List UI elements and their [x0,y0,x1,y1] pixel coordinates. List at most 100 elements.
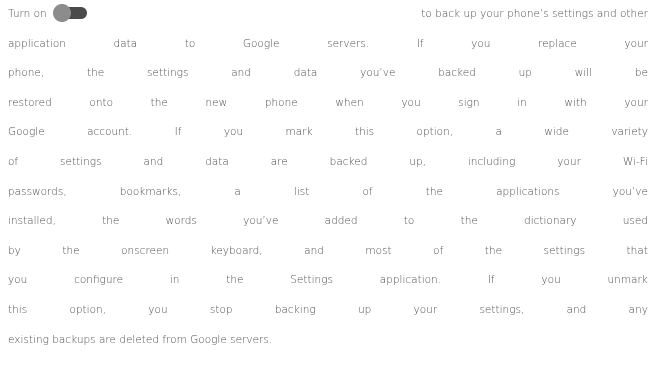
word: you [471,37,491,50]
word: settings [60,155,102,168]
word: Settings [290,274,333,287]
word: of [433,244,444,257]
word: up [357,303,372,316]
word: of [8,155,19,168]
word: the [484,244,503,257]
word: the [86,67,105,80]
paragraph-line-10: you configure in the Settings application. If y… [8,266,648,296]
word: your [557,155,581,168]
word: up, [409,155,426,168]
word: will [574,67,593,80]
word: keyboard, [210,244,263,257]
word: backed [329,155,368,168]
word: data [205,155,229,168]
word: your [624,37,648,50]
word: by [8,244,21,257]
word: and [231,67,251,80]
word: phone, [8,67,45,80]
word: data [293,67,318,80]
word: a [234,185,241,198]
word: including [467,155,516,168]
word: to [403,215,415,228]
word: you [541,274,561,287]
word: you [223,126,244,139]
word: installed, [8,215,56,228]
word: in [169,274,180,287]
word: phone [264,96,298,109]
word: restored [8,96,52,109]
word: backed [438,67,476,80]
word: you [401,96,421,109]
word: If [174,126,182,139]
word: application [8,37,66,50]
word: sign [458,96,480,109]
word: If [487,274,495,287]
word: option, [416,126,454,139]
word: onto [89,96,114,109]
word: the [425,185,443,198]
word: and [304,244,324,257]
toggle-switch-icon [52,4,89,23]
paragraph-line-7: passwords, bookmarks, a list of the applicatio… [8,178,648,208]
word: this [354,126,375,139]
word: the [62,244,80,257]
paragraph-line-8: installed, the words you’ve added to the dictio… [8,207,648,237]
word: settings [146,67,189,80]
word: you [8,274,28,287]
word: added [324,215,358,228]
word: bookmarks, [119,185,182,198]
line-1-rest: to back up your phone’s settings and oth… [421,8,648,20]
paragraph-line-3: phone, the settings and data you’ve backed up wi… [8,59,648,89]
backup-paragraph: Turn on to back up your phone’s settings… [8,0,648,355]
word: to [184,37,196,50]
document-page: Turn on to back up your phone’s settings… [8,0,648,385]
word: passwords, [8,185,67,198]
paragraph-line-4: restored onto the new phone when you sign in with… [8,89,648,119]
word: unmark [607,274,648,287]
word: your [624,96,648,109]
word: If [416,37,424,50]
word: any [628,303,648,316]
word: settings, [479,303,525,316]
word: variety [611,126,648,139]
word: the [150,96,168,109]
word: you [148,303,168,316]
line-1-lead: Turn on [8,0,89,30]
word: stop [209,303,233,316]
word: you’ve [612,185,648,198]
word: settings [543,244,586,257]
word: your [413,303,438,316]
word: Google [242,37,280,50]
word: be [634,67,648,80]
word: data [113,37,138,50]
word: you’ve [360,67,396,80]
word: onscreen [121,244,170,257]
toggle-thumb [52,4,71,23]
word: replace [537,37,577,50]
word: most [365,244,392,257]
word: when [335,96,364,109]
word: backing [274,303,316,316]
paragraph-line-1: Turn on to back up your phone’s settings… [8,0,648,30]
word: are [270,155,288,168]
word: in [517,96,527,109]
word: account. [87,126,133,139]
word: words [165,215,197,228]
word: new [205,96,228,109]
word: with [564,96,587,109]
paragraph-line-11: this option, you stop backing up your settings,… [8,296,648,326]
word: mark [285,126,313,139]
paragraph-line-2: application data to Google servers. If you repl… [8,30,648,60]
word: configure [74,274,124,287]
turn-on-text: Turn on [8,8,47,20]
paragraph-line-12: existing backups are deleted from Google… [8,333,273,346]
word: applications [496,185,560,198]
word: wide [544,126,569,139]
word: used [622,215,648,228]
word: of [362,185,373,198]
paragraph-line-9: by the onscreen keyboard, and most of the settin… [8,237,648,267]
word: servers. [327,37,370,50]
word: Wi-Fi [622,155,648,168]
word: that [626,244,648,257]
word: list [293,185,310,198]
